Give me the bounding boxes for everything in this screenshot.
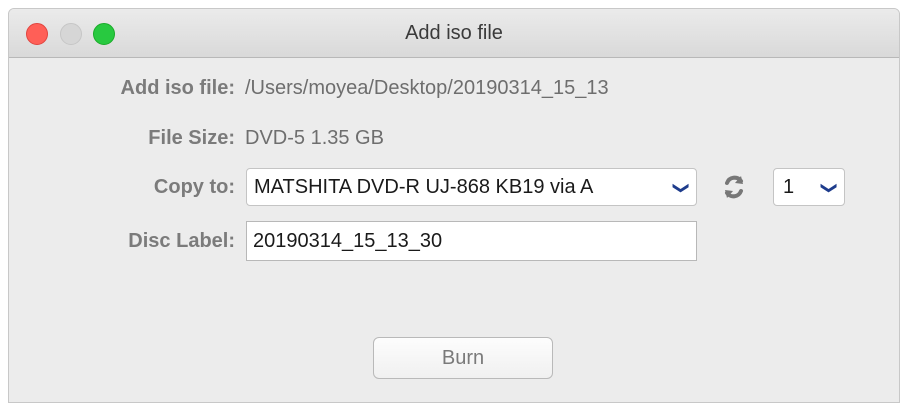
title-bar: Add iso file [9, 9, 899, 58]
window-title: Add iso file [405, 22, 503, 44]
copy-to-select[interactable]: MATSHITA DVD-R UJ-868 KB19 via A ❯ [246, 168, 697, 206]
add-iso-file-window: Add iso file Add iso file: /Users/moyea/… [8, 8, 900, 403]
file-size-label: File Size: [148, 127, 235, 149]
disc-label-input[interactable]: 20190314_15_13_30 [246, 221, 697, 261]
iso-file-label: Add iso file: [120, 77, 235, 99]
burn-button[interactable]: Burn [373, 337, 553, 379]
chevron-down-icon: ❯ [672, 181, 690, 195]
iso-file-path: /Users/moyea/Desktop/20190314_15_13 [245, 77, 609, 99]
refresh-icon[interactable] [719, 172, 749, 202]
copy-to-selected-device: MATSHITA DVD-R UJ-868 KB19 via A [254, 176, 594, 198]
copy-to-label: Copy to: [153, 176, 235, 198]
copy-count-value: 1 [783, 176, 795, 198]
disc-label-label: Disc Label: [128, 230, 235, 252]
file-size-value: DVD-5 1.35 GB [245, 127, 384, 149]
chevron-down-icon: ❯ [820, 181, 838, 195]
copy-count-select[interactable]: 1 ❯ [773, 168, 845, 206]
